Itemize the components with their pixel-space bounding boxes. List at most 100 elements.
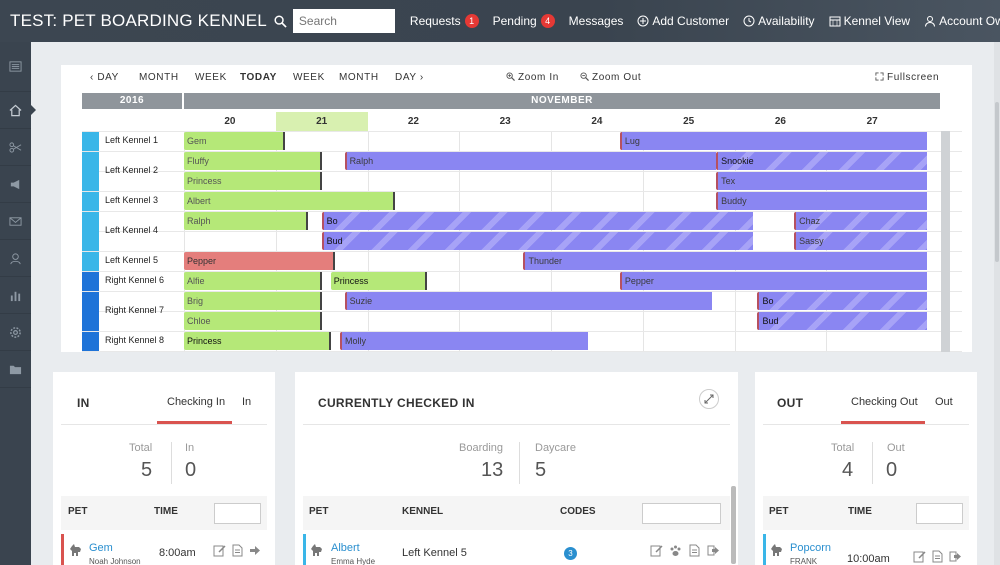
- in-row-time: 8:00am: [159, 547, 196, 559]
- user-icon: [925, 16, 936, 27]
- next-week-button[interactable]: WEEK: [293, 72, 325, 83]
- tab-checking-out[interactable]: Checking Out: [851, 396, 918, 408]
- document-icon[interactable]: [688, 544, 701, 557]
- booking-bar[interactable]: Albert: [184, 192, 396, 210]
- sidebar-menu[interactable]: [0, 42, 31, 92]
- booking-bar[interactable]: Ralph: [184, 212, 308, 230]
- page-scrollbar-thumb[interactable]: [995, 102, 999, 262]
- out-row-owner: FRANK: [790, 557, 818, 565]
- zoom-in-button[interactable]: Zoom In: [506, 72, 559, 83]
- boarding-value: 13: [481, 459, 504, 481]
- kennel-label[interactable]: Right Kennel 7: [105, 305, 164, 315]
- in-row-owner: Noah Johnson: [89, 557, 141, 565]
- stat-separator: [519, 442, 520, 484]
- out-filter-input[interactable]: [916, 503, 963, 524]
- booking-bar[interactable]: Ralph: [344, 152, 717, 170]
- sidebar-settings[interactable]: [0, 314, 31, 351]
- search-area: [274, 9, 395, 33]
- search-icon[interactable]: [274, 14, 287, 28]
- kennel-label[interactable]: Right Kennel 8: [105, 335, 164, 345]
- booking-bar[interactable]: Alfie: [184, 272, 322, 290]
- checked-row-pet[interactable]: Albert: [331, 542, 360, 554]
- fullscreen-button[interactable]: Fullscreen: [875, 72, 939, 83]
- booking-bar[interactable]: Bud: [321, 232, 753, 250]
- next-month-button[interactable]: MONTH: [339, 72, 379, 83]
- top-bar: TEST: PET BOARDING KENNEL Requests1 Pend…: [0, 0, 1000, 42]
- sidebar-files[interactable]: [0, 351, 31, 388]
- booking-bar[interactable]: Princess: [184, 172, 322, 190]
- panel-scrollbar[interactable]: [731, 486, 736, 564]
- stat-separator: [872, 442, 873, 484]
- booking-bar[interactable]: Princess: [184, 332, 331, 350]
- check-out-icon[interactable]: [949, 550, 962, 563]
- zoom-out-button[interactable]: Zoom Out: [580, 72, 641, 83]
- expand-button[interactable]: [699, 389, 719, 409]
- sidebar-grooming[interactable]: [0, 129, 31, 166]
- booking-bar[interactable]: Chloe: [184, 312, 322, 330]
- prev-month-button[interactable]: MONTH: [139, 72, 179, 83]
- code-badge[interactable]: 3: [564, 547, 577, 560]
- tab-checking-in[interactable]: Checking In: [167, 396, 225, 408]
- out-row-pet[interactable]: Popcorn: [790, 542, 831, 554]
- document-icon[interactable]: [231, 544, 244, 557]
- dog-icon: [311, 544, 322, 556]
- nav-requests[interactable]: Requests 1: [410, 14, 479, 28]
- sidebar-marketing[interactable]: [0, 166, 31, 203]
- booking-bar[interactable]: Chaz: [794, 212, 928, 230]
- kennel-label[interactable]: Left Kennel 1: [105, 135, 158, 145]
- booking-bar[interactable]: Tex: [716, 172, 928, 190]
- booking-bar[interactable]: Suzie: [344, 292, 712, 310]
- booking-bar[interactable]: Sassy: [794, 232, 928, 250]
- checked-filter-input[interactable]: [642, 503, 721, 524]
- booking-bar[interactable]: Thunder: [523, 252, 928, 270]
- edit-icon[interactable]: [213, 544, 226, 557]
- page-scrollbar[interactable]: [994, 42, 1000, 565]
- nav-add-customer[interactable]: Add Customer: [637, 14, 729, 28]
- nav-messages[interactable]: Messages: [569, 14, 624, 28]
- today-button[interactable]: TODAY: [240, 72, 277, 83]
- nav-kennel-view[interactable]: Kennel View: [829, 14, 910, 28]
- booking-bar[interactable]: Gem: [184, 132, 285, 150]
- tab-out[interactable]: Out: [935, 396, 953, 408]
- tab-in[interactable]: In: [242, 396, 251, 408]
- sidebar-home[interactable]: [0, 92, 36, 129]
- kennel-label[interactable]: Left Kennel 3: [105, 195, 158, 205]
- edit-icon[interactable]: [913, 550, 926, 563]
- in-row-pet[interactable]: Gem: [89, 542, 113, 554]
- prev-week-button[interactable]: WEEK: [195, 72, 227, 83]
- prev-day-button[interactable]: ‹ DAY: [90, 72, 119, 83]
- paw-icon[interactable]: [669, 544, 682, 557]
- search-input[interactable]: [292, 9, 395, 33]
- kennel-color-bar: [82, 132, 99, 151]
- sidebar-messages[interactable]: [0, 203, 31, 240]
- check-out-icon[interactable]: [707, 544, 720, 557]
- kennel-label[interactable]: Left Kennel 4: [105, 225, 158, 235]
- booking-bar[interactable]: Fluffy: [184, 152, 322, 170]
- booking-bar[interactable]: Lug: [619, 132, 928, 150]
- kennel-label[interactable]: Left Kennel 2: [105, 165, 158, 175]
- sidebar-customers[interactable]: [0, 240, 31, 277]
- nav-account-owner[interactable]: Account Owner: [924, 14, 1000, 28]
- requests-badge: 1: [464, 14, 479, 28]
- next-day-button[interactable]: DAY ›: [395, 72, 424, 83]
- document-icon[interactable]: [931, 550, 944, 563]
- nav-pending[interactable]: Pending 4: [493, 14, 555, 28]
- nav-availability[interactable]: Availability: [743, 14, 815, 28]
- calendar-scrollbar[interactable]: [941, 131, 950, 352]
- edit-icon[interactable]: [650, 544, 663, 557]
- booking-bar[interactable]: Pepper: [184, 252, 336, 270]
- sidebar-reports[interactable]: [0, 277, 31, 314]
- check-in-icon[interactable]: [249, 544, 262, 557]
- booking-bar[interactable]: Brig: [184, 292, 322, 310]
- booking-bar[interactable]: Snookie: [716, 152, 928, 170]
- booking-bar[interactable]: Princess: [330, 272, 428, 290]
- booking-bar[interactable]: Bud: [757, 312, 928, 330]
- kennel-label[interactable]: Left Kennel 5: [105, 255, 158, 265]
- booking-bar[interactable]: Bo: [757, 292, 928, 310]
- booking-bar[interactable]: Buddy: [716, 192, 928, 210]
- in-filter-input[interactable]: [214, 503, 261, 524]
- booking-bar[interactable]: Molly: [339, 332, 588, 350]
- booking-bar[interactable]: Bo: [321, 212, 753, 230]
- kennel-label[interactable]: Right Kennel 6: [105, 275, 164, 285]
- booking-bar[interactable]: Pepper: [619, 272, 928, 290]
